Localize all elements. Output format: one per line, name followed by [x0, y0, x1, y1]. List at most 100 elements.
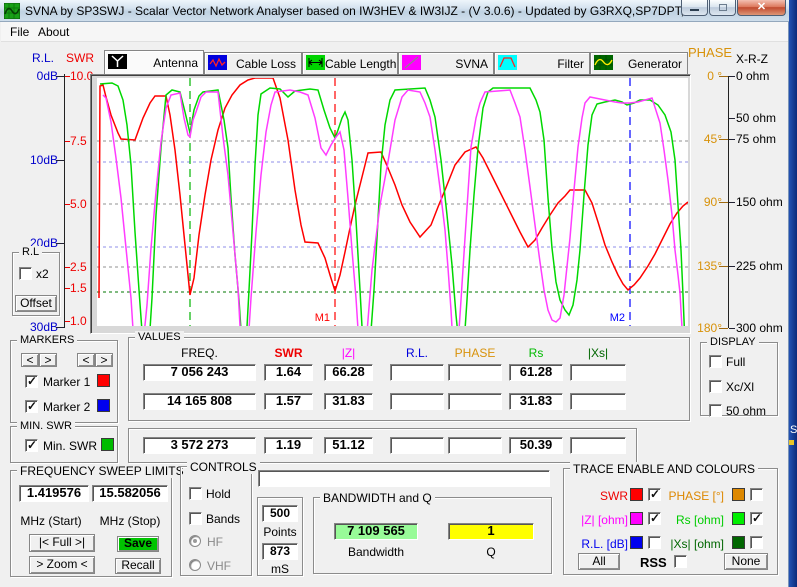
chart-plot[interactable]: M1M2 [97, 78, 688, 326]
x2-checkbox[interactable] [19, 267, 32, 280]
marker2-color-swatch[interactable] [97, 399, 110, 412]
marker1-swr-field[interactable]: 1.64 [264, 364, 313, 381]
marker1-z-field[interactable]: 66.28 [324, 364, 373, 381]
min-swr-phase-field[interactable] [448, 437, 502, 454]
marker1-color-swatch[interactable] [97, 374, 110, 387]
marker1-freq-field[interactable]: 7 056 243 [143, 364, 256, 381]
bands-checkbox[interactable] [189, 512, 202, 525]
phase-scale-tick-0 [719, 76, 728, 77]
min-swr-checkbox[interactable] [25, 439, 38, 452]
values-header-phase: PHASE [448, 346, 502, 360]
desktop-icon[interactable] [789, 440, 794, 445]
q-field[interactable]: 1 [448, 523, 534, 540]
cable-length-icon [306, 55, 325, 73]
zoom-button[interactable]: > Zoom < [29, 556, 95, 574]
right-trace-swatch-2[interactable] [732, 536, 745, 549]
sweep-stop-field[interactable]: 15.582056 [92, 485, 168, 502]
right-trace-checkbox-0[interactable] [750, 488, 763, 501]
vhf-radio[interactable] [189, 559, 201, 571]
marker1-xs-field[interactable] [570, 364, 626, 381]
offset-button[interactable]: Offset [15, 295, 57, 312]
marker2-left-button[interactable]: < [77, 353, 95, 367]
maximize-button[interactable] [709, 0, 736, 16]
close-button[interactable]: ✕ [737, 0, 786, 16]
ms-label: mS [258, 562, 302, 576]
min-swr-xs-field[interactable] [570, 437, 626, 454]
tab-antenna[interactable]: Antenna [104, 50, 204, 75]
full-span-button[interactable]: |< Full >| [29, 534, 95, 552]
desktop-icon-label[interactable]: S [790, 424, 797, 436]
marker2-z-field[interactable]: 31.83 [324, 393, 373, 410]
minimize-button[interactable] [681, 0, 708, 16]
marker2-swr-field[interactable]: 1.57 [264, 393, 313, 410]
tab-svna[interactable]: SVNA [398, 52, 494, 74]
display-50ohm-checkbox[interactable] [709, 404, 722, 417]
display-full-checkbox[interactable] [709, 355, 722, 368]
menu-file[interactable]: File [10, 25, 29, 39]
all-traces-button[interactable]: All [578, 553, 620, 570]
right-trace-label-1: Rs [ohm] [660, 513, 724, 527]
marker2-right-button[interactable]: > [95, 353, 113, 367]
right-trace-swatch-0[interactable] [732, 488, 745, 501]
marker1-right-button[interactable]: > [39, 353, 57, 367]
ohm-scale-label-2: 75 ohm [736, 132, 776, 146]
sweep-time-field[interactable]: 873 [262, 543, 298, 560]
display-xcxl-checkbox[interactable] [709, 380, 722, 393]
marker2-rl-field[interactable] [390, 393, 444, 410]
min-swr-swr-field[interactable]: 1.19 [264, 437, 313, 454]
marker2-freq-field[interactable]: 14 165 808 [143, 393, 256, 410]
tab-label: Filter [557, 57, 584, 71]
none-traces-button[interactable]: None [724, 553, 768, 570]
right-trace-swatch-1[interactable] [732, 512, 745, 525]
min-swr-freq-field[interactable]: 3 572 273 [143, 437, 256, 454]
marker1-left-button[interactable]: < [21, 353, 39, 367]
hold-checkbox[interactable] [189, 487, 202, 500]
app-window: SVNA by SP3SWJ - Scalar Vector Network A… [0, 0, 789, 587]
min-swr-label: Min. SWR [43, 439, 97, 453]
points-field[interactable]: 500 [262, 505, 298, 522]
x2-label: x2 [36, 267, 49, 281]
marker1-phase-field[interactable] [448, 364, 502, 381]
left-trace-swatch-1[interactable] [630, 512, 643, 525]
right-trace-checkbox-1[interactable] [750, 512, 763, 525]
rss-checkbox[interactable] [674, 555, 687, 568]
min-swr-z-field[interactable]: 51.12 [324, 437, 373, 454]
values-header-swr: SWR [264, 346, 313, 360]
recall-button[interactable]: Recall [115, 558, 161, 574]
bandwidth-field[interactable]: 7 109 565 [334, 523, 418, 540]
right-trace-checkbox-2[interactable] [750, 536, 763, 549]
marker1-rl-field[interactable] [390, 364, 444, 381]
min-swr-rl-field[interactable] [390, 437, 444, 454]
tab-cable-length[interactable]: Cable Length [302, 52, 398, 74]
tab-generator[interactable]: Generator [590, 52, 688, 74]
trace-enable-group: TRACE ENABLE AND COLOURS All RSS None SW… [563, 468, 778, 575]
title-bar[interactable]: SVNA by SP3SWJ - Scalar Vector Network A… [0, 0, 789, 22]
marker1-checkbox[interactable] [25, 375, 38, 388]
ohm-scale-label-1: 50 ohm [736, 111, 776, 125]
tab-cable-loss[interactable]: Cable Loss [204, 52, 302, 74]
min-swr-rs-field[interactable]: 50.39 [509, 437, 563, 454]
command-input[interactable] [258, 470, 550, 487]
phase-scale-label-1: 45° [690, 132, 722, 146]
sweep-start-field[interactable]: 1.419576 [19, 485, 89, 502]
tab-label: Cable Length [325, 57, 396, 71]
menu-about[interactable]: About [38, 25, 69, 39]
xrz-axis-title: X-R-Z [736, 52, 768, 66]
marker2-rs-field[interactable]: 31.83 [509, 393, 563, 410]
controls-group: CONTROLS Hold Bands HF VHF [180, 466, 252, 576]
marker2-xs-field[interactable] [570, 393, 626, 410]
marker2-checkbox[interactable] [25, 400, 38, 413]
swr-scale-tick-0 [65, 76, 70, 77]
left-trace-swatch-2[interactable] [630, 536, 643, 549]
marker2-phase-field[interactable] [448, 393, 502, 410]
left-axis-line [64, 74, 65, 328]
min-swr-color-swatch[interactable] [101, 438, 114, 451]
values-group: VALUES FREQ.SWR|Z|R.L.PHASERs|Xs|7 056 2… [128, 337, 690, 421]
tab-filter[interactable]: Filter [494, 52, 590, 74]
svna-icon [402, 55, 421, 73]
save-button[interactable]: Save [117, 536, 159, 552]
hf-radio[interactable] [189, 535, 201, 547]
left-trace-swatch-0[interactable] [630, 488, 643, 501]
rl-scale-tick-3 [56, 327, 64, 328]
marker1-rs-field[interactable]: 61.28 [509, 364, 563, 381]
